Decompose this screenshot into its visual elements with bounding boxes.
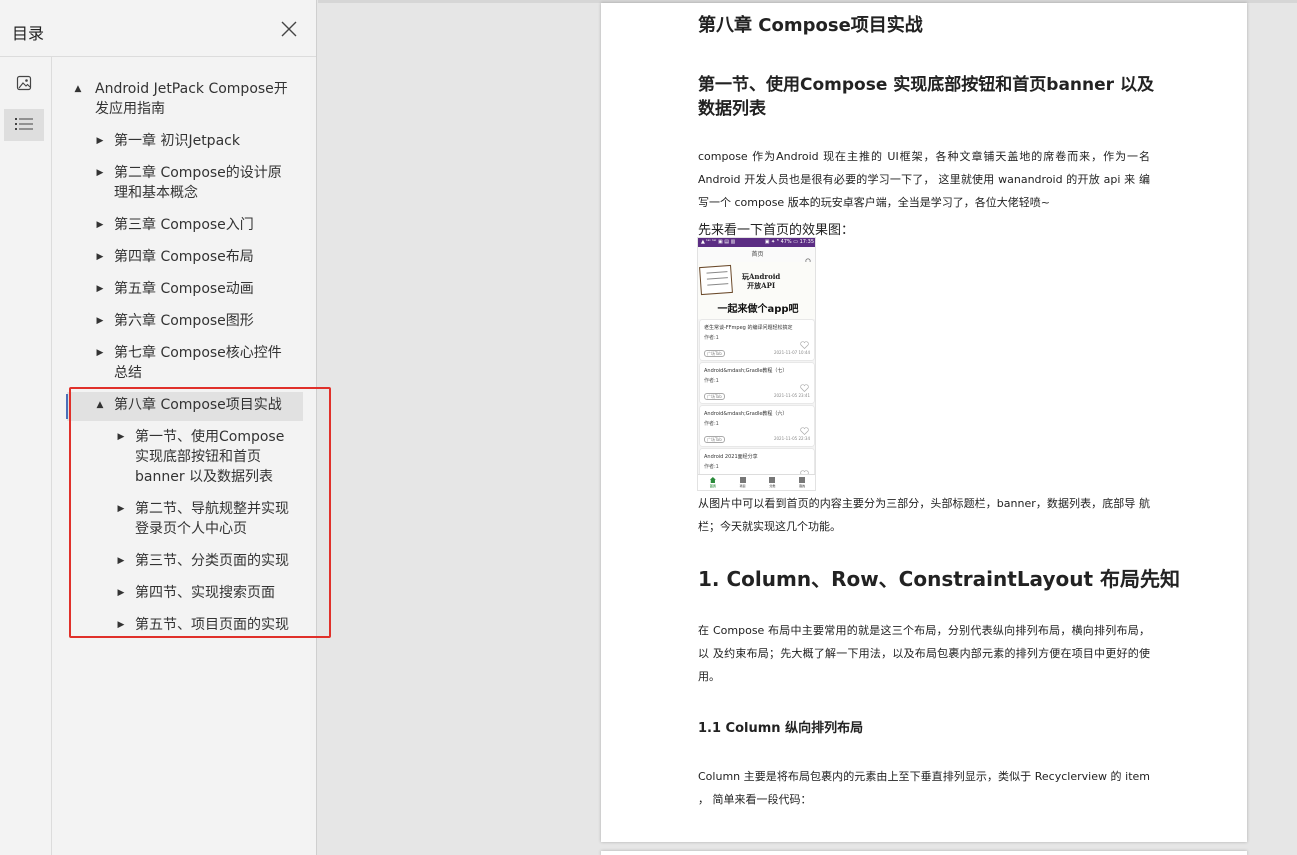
toc-item-label: 第一章 初识Jetpack: [114, 133, 240, 149]
item-title: 老生常谈-FFmpeg 的编译问题轻松搞定: [704, 325, 793, 331]
document-page: 第八章 Compose项目实战 第一节、使用Compose 实现底部按钮和首页b…: [601, 3, 1247, 842]
item-author: 作者:1: [704, 335, 719, 341]
heart-icon: [800, 334, 809, 349]
expand-triangle-icon[interactable]: ▶: [94, 311, 106, 331]
phone-list-item: Android&mdash;Gradle教程（六） 作者:1 广场Tab 202…: [700, 406, 814, 446]
expand-triangle-icon[interactable]: ▶: [115, 551, 127, 571]
toc-item-label: 第五章 Compose动画: [114, 281, 254, 297]
expand-triangle-icon[interactable]: ▶: [94, 163, 106, 183]
expand-triangle-icon[interactable]: ▶: [115, 499, 127, 519]
toc-item-label: 第五节、项目页面的实现: [135, 617, 289, 633]
toc-item-label: 第六章 Compose图形: [114, 313, 254, 329]
vertical-scrollbar[interactable]: [1287, 3, 1297, 855]
toc-item-label: 第八章 Compose项目实战: [114, 397, 282, 413]
nav-label: 项目: [739, 484, 746, 488]
close-icon[interactable]: [278, 18, 300, 40]
home-icon: [709, 477, 716, 483]
nav-label: 分类: [769, 484, 776, 488]
heart-icon: [800, 420, 809, 435]
app-screenshot: ▲ ᴵᵃᶦ ᴵᵃᶦ ▣ ▤ ▥ ▣ ✦ ᴿ 47% ▭ 17:35 首页 玩An…: [697, 237, 816, 491]
item-tag: 广场Tab: [704, 393, 725, 400]
item-date: 2021-11-07 10:44: [773, 350, 810, 355]
sidebar-header: 目录: [0, 0, 316, 57]
toc-item-label: 第四节、实现搜索页面: [135, 585, 275, 601]
toc-item-label: 第一节、使用Compose 实现底部按钮和首页 banner 以及数据列表: [135, 429, 285, 485]
item-author: 作者:1: [704, 464, 719, 470]
item-tag: 广场Tab: [704, 436, 725, 443]
outline-view-button[interactable]: [4, 109, 44, 141]
toc-item-label: 第三节、分类页面的实现: [135, 553, 289, 569]
toc-item-label: 第二节、导航规整并实现登录页个人中心页: [135, 501, 289, 537]
search-icon: [805, 250, 812, 265]
expand-triangle-icon[interactable]: ▶: [94, 343, 106, 363]
toc-item-label: 第三章 Compose入门: [114, 217, 254, 233]
expand-triangle-icon[interactable]: ▶: [94, 131, 106, 151]
item-author: 作者:1: [704, 421, 719, 427]
outline-view-icon: [15, 116, 33, 135]
thumbnail-view-button[interactable]: [4, 69, 44, 101]
item-title: Android&mdash;Gradle教程（六）: [704, 411, 788, 417]
toc-item-label: 第七章 Compose核心控件总结: [114, 345, 282, 381]
notebook-illustration: [699, 264, 733, 296]
item-tag: 广场Tab: [704, 350, 725, 357]
column-heading: 1.1 Column 纵向排列布局: [698, 721, 864, 736]
sidebar-title: 目录: [12, 24, 45, 43]
view-rail: [0, 57, 52, 855]
column-paragraph: Column 主要是将布局包裹内的元素由上至下垂直排列显示，类似于 Recycl…: [698, 770, 1150, 806]
banner-slogan: 一起来做个app吧: [717, 304, 799, 315]
status-left: ▲ ᴵᵃᶦ ᴵᵃᶦ ▣ ▤ ▥: [701, 239, 736, 245]
expand-triangle-icon[interactable]: ▶: [94, 247, 106, 267]
phone-banner: 玩Android 开放API 一起来做个app吧: [698, 262, 815, 319]
nav-mine: 我的: [799, 477, 805, 488]
toc-item-label: 第四章 Compose布局: [114, 249, 254, 265]
nav-category: 分类: [769, 477, 775, 488]
phone-status-bar: ▲ ᴵᵃᶦ ᴵᵃᶦ ▣ ▤ ▥ ▣ ✦ ᴿ 47% ▭ 17:35: [698, 238, 815, 247]
expand-triangle-icon[interactable]: ▶: [94, 215, 106, 235]
nav-project: 项目: [739, 477, 746, 488]
collapse-triangle-icon[interactable]: ▲: [94, 395, 106, 415]
heart-icon: [800, 463, 809, 478]
phone-bottom-nav: 首页 项目 分类 我的: [698, 474, 815, 490]
section-heading: 第一节、使用Compose 实现底部按钮和首页banner 以及数据列表: [698, 75, 1154, 119]
banner-api-text: 玩Android 开放API: [742, 272, 781, 290]
nav-home: 首页: [709, 477, 716, 488]
item-date: 2021-11-05 22:34: [773, 436, 810, 441]
expand-triangle-icon[interactable]: ▶: [94, 279, 106, 299]
layout-heading: 1. Column、Row、ConstraintLayout 布局先知: [698, 567, 1180, 591]
item-title: Android&mdash;Gradle教程（七）: [704, 368, 788, 374]
phone-list-item: 老生常谈-FFmpeg 的编译问题轻松搞定 作者:1 广场Tab 2021-11…: [700, 320, 814, 360]
project-icon: [739, 477, 746, 483]
after-image-paragraph: 从图片中可以看到首页的内容主要分为三部分，头部标题栏，banner，数据列表，底…: [698, 497, 1150, 533]
phone-title: 首页: [698, 247, 815, 262]
item-title: Android 2021面经分享: [704, 454, 758, 460]
expand-triangle-icon[interactable]: ▶: [115, 615, 127, 635]
nav-label: 首页: [709, 484, 716, 488]
category-icon: [769, 477, 776, 483]
toc-item-label: 第二章 Compose的设计原理和基本概念: [114, 165, 282, 201]
expand-triangle-icon[interactable]: ▶: [115, 427, 127, 447]
intro-lead: 先来看一下首页的效果图：: [698, 223, 855, 238]
layouts-paragraph: 在 Compose 布局中主要常用的就是这三个布局，分别代表纵向排列布局，横向排…: [698, 624, 1150, 683]
toc-active-indicator: [66, 394, 68, 419]
status-right: ▣ ✦ ᴿ 47% ▭ 17:35: [764, 239, 814, 245]
intro-paragraph: compose 作为Android 现在主推的 UI框架，各种文章铺天盖地的席卷…: [698, 150, 1150, 209]
heart-icon: [800, 377, 809, 392]
chapter-heading: 第八章 Compose项目实战: [698, 15, 923, 36]
toc-tree: ▲ Android JetPack Compose开发应用指南 ▶ 第一章 初识…: [52, 57, 316, 855]
collapse-triangle-icon[interactable]: ▲: [72, 79, 84, 99]
toc-sidebar: 目录 ▲ Android JetPack Compose开发应用指南 ▶ 第一章…: [0, 0, 317, 855]
nav-label: 我的: [799, 484, 806, 488]
thumbnail-view-icon: [16, 75, 32, 95]
next-page-edge: [601, 851, 1247, 855]
user-icon: [799, 477, 806, 483]
expand-triangle-icon[interactable]: ▶: [115, 583, 127, 603]
item-author: 作者:1: [704, 378, 719, 384]
phone-list-item: Android&mdash;Gradle教程（七） 作者:1 广场Tab 202…: [700, 363, 814, 403]
item-date: 2021-11-05 23:41: [773, 393, 810, 398]
toc-item-label: Android JetPack Compose开发应用指南: [95, 81, 288, 117]
